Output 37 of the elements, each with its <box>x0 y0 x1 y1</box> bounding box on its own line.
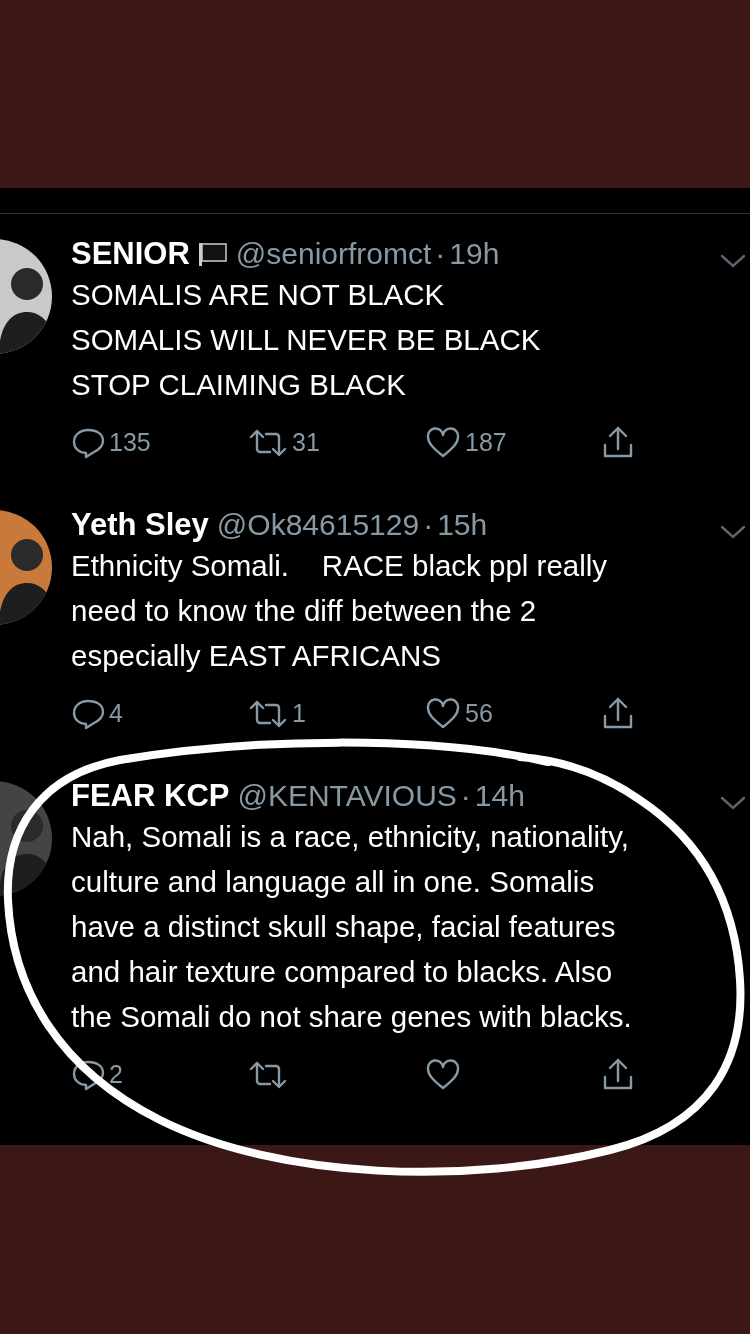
reply-icon[interactable] <box>71 698 105 730</box>
retweet-icon[interactable] <box>248 699 288 729</box>
heart-icon[interactable] <box>425 698 461 730</box>
chevron-down-icon[interactable] <box>720 794 746 811</box>
user-handle[interactable]: @KENTAVIOUS <box>237 778 457 814</box>
user-name[interactable]: FEAR KCP <box>71 778 230 814</box>
retweet-icon[interactable] <box>248 1060 288 1090</box>
user-handle[interactable]: @Ok84615129 <box>216 507 420 543</box>
chevron-down-icon[interactable] <box>720 523 746 540</box>
user-name[interactable]: SENIOR <box>71 236 190 272</box>
separator-dot: · <box>435 236 446 272</box>
retweet-count: 1 <box>292 698 306 730</box>
heart-icon[interactable] <box>425 427 461 459</box>
user-handle[interactable]: @seniorfromct <box>235 236 432 272</box>
tweet-time: 15h <box>437 507 488 543</box>
separator-dot: · <box>423 507 434 543</box>
reply-icon[interactable] <box>71 1059 105 1091</box>
tweet-text: SOMALIS ARE NOT BLACK SOMALIS WILL NEVER BE BLACK STOP CLAIMING BLACK <box>71 277 542 403</box>
reply-count: 2 <box>109 1059 123 1091</box>
retweet-count: 31 <box>292 427 320 459</box>
tweet-time: 19h <box>449 236 500 272</box>
retweet-icon[interactable] <box>248 428 288 458</box>
chevron-down-icon[interactable] <box>720 252 746 269</box>
separator-dot: · <box>460 778 471 814</box>
user-name[interactable]: Yeth Sley <box>71 507 209 543</box>
share-icon[interactable] <box>602 1058 634 1092</box>
tweet-text: Nah, Somali is a race, ethnicity, nationality, culture and language all in one. Somalis have a distinct skull shape, facial features and hair texture compared to blacks. Also the Somali do not share genes with blacks. <box>71 819 633 1035</box>
reply-count: 4 <box>109 698 123 730</box>
tweet-time: 14h <box>474 778 525 814</box>
share-icon[interactable] <box>602 697 634 731</box>
heart-icon[interactable] <box>425 1059 461 1091</box>
reply-icon[interactable] <box>71 427 105 459</box>
like-count: 187 <box>465 427 507 459</box>
reply-count: 135 <box>109 427 151 459</box>
tweet-text: Ethnicity Somali. RACE black ppl really need to know the diff between the 2 especially EAST AFRICANS <box>71 548 609 674</box>
like-count: 56 <box>465 698 493 730</box>
share-icon[interactable] <box>602 426 634 460</box>
